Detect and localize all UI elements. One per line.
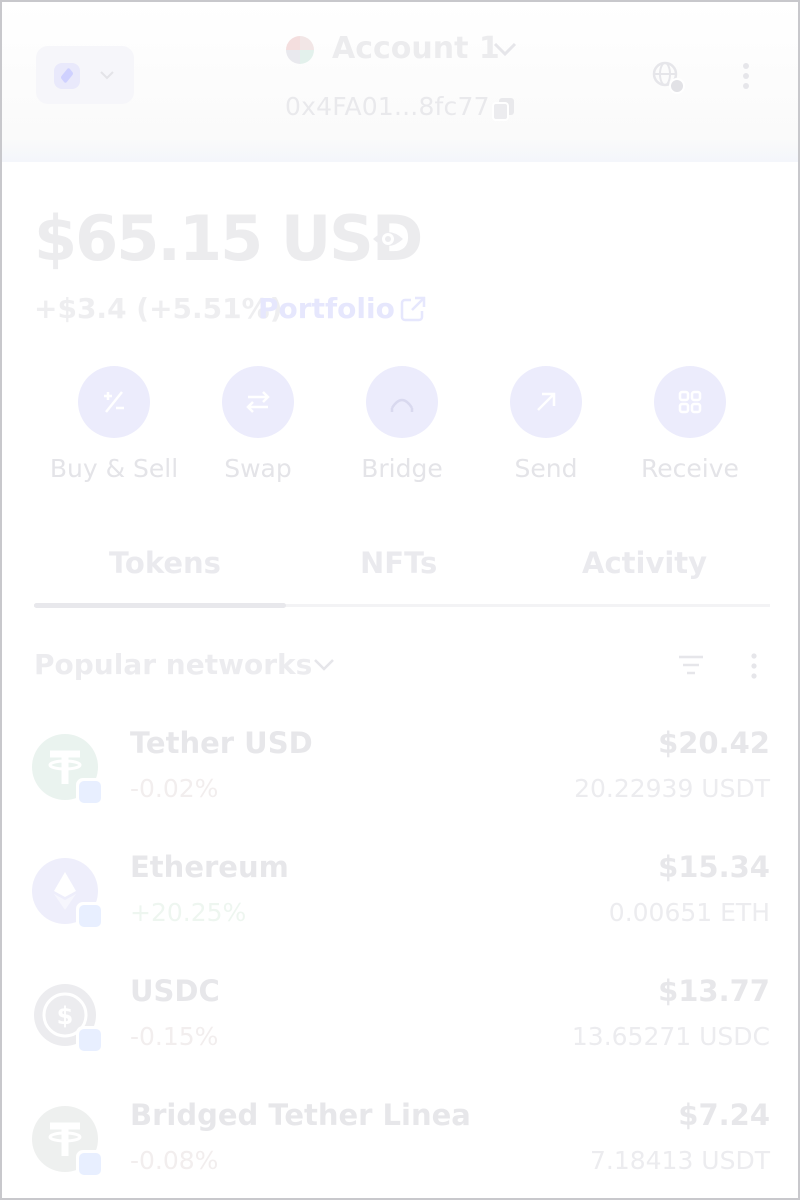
- token-name: Bridged Tether Linea: [130, 1098, 471, 1132]
- more-options-icon[interactable]: [732, 60, 760, 92]
- chevron-down-icon[interactable]: [490, 36, 520, 62]
- more-options-icon[interactable]: [742, 650, 766, 682]
- token-amount: 0.00651 ETH: [608, 898, 770, 927]
- send-arrow-icon: [537, 392, 556, 411]
- sort-filter-icon[interactable]: [676, 652, 706, 678]
- action-label: Swap: [224, 454, 292, 483]
- token-row[interactable]: Tether USD -0.02% $20.42 20.22939 USDT: [32, 726, 772, 826]
- send-button[interactable]: Send: [474, 366, 618, 496]
- action-label: Send: [514, 454, 578, 483]
- network-badge-icon: [76, 778, 104, 806]
- eye-icon[interactable]: [370, 222, 406, 256]
- network-badge-icon: [76, 1150, 104, 1178]
- token-name: Tether USD: [130, 726, 313, 760]
- swap-icon-circle: [222, 366, 294, 438]
- network-badge-icon: [76, 1026, 104, 1054]
- action-label: Bridge: [361, 454, 443, 483]
- header: Account 1 0x4FA01...8fc77: [2, 2, 798, 162]
- token-name: USDC: [130, 974, 220, 1008]
- token-amount: 13.65271 USDC: [571, 1022, 770, 1051]
- tab-nfts[interactable]: NFTs: [360, 546, 437, 580]
- action-label: Buy & Sell: [49, 454, 179, 483]
- account-address: 0x4FA01...8fc77: [285, 92, 490, 121]
- total-balance: $65.15 USD: [34, 202, 423, 275]
- portfolio-link[interactable]: Portfolio: [258, 292, 395, 325]
- swap-button[interactable]: Swap: [186, 366, 330, 496]
- token-name: Ethereum: [130, 850, 289, 884]
- network-badge-icon: [76, 902, 104, 930]
- token-fiat-value: $15.34: [658, 850, 770, 884]
- token-change: +20.25%: [130, 898, 247, 927]
- tab-tokens[interactable]: Tokens: [109, 546, 221, 580]
- receive-icon-circle: [654, 366, 726, 438]
- wallet-window: Account 1 0x4FA01...8fc77 $65.15 USD +$3…: [0, 0, 800, 1200]
- token-fiat-value: $7.24: [678, 1098, 770, 1132]
- token-row[interactable]: Ethereum +20.25% $15.34 0.00651 ETH: [32, 850, 772, 950]
- token-fiat-value: $13.77: [658, 974, 770, 1008]
- token-row[interactable]: Bridged Tether Linea -0.08% $7.24 7.1841…: [32, 1098, 772, 1198]
- swap-icon: [246, 391, 270, 413]
- network-picker[interactable]: [36, 46, 134, 104]
- balance-change: +$3.4 (+5.51%): [34, 292, 283, 325]
- receive-button[interactable]: Receive: [618, 366, 762, 496]
- tab-active-indicator: [34, 603, 286, 608]
- token-fiat-value: $20.42: [658, 726, 770, 760]
- account-name[interactable]: Account 1: [332, 31, 500, 66]
- network-icon: [54, 63, 80, 89]
- action-label: Receive: [641, 454, 739, 483]
- token-change: -0.15%: [130, 1022, 219, 1051]
- chevron-down-icon: [100, 71, 114, 80]
- buy-sell-button[interactable]: Buy & Sell: [42, 366, 186, 496]
- token-change: -0.02%: [130, 774, 219, 803]
- chevron-down-icon[interactable]: [310, 652, 338, 678]
- bridge-icon-circle: [366, 366, 438, 438]
- bridge-icon: [390, 398, 414, 412]
- token-amount: 20.22939 USDT: [574, 774, 770, 803]
- buy-sell-icon: [104, 391, 124, 413]
- external-link-icon[interactable]: [398, 294, 428, 324]
- tab-activity[interactable]: Activity: [582, 546, 707, 580]
- send-icon-circle: [510, 366, 582, 438]
- network-filter[interactable]: Popular networks: [34, 648, 312, 681]
- token-amount: 7.18413 USDT: [589, 1146, 770, 1175]
- globe-connection-icon[interactable]: [650, 60, 686, 96]
- token-change: -0.08%: [130, 1146, 219, 1175]
- buy-sell-icon-circle: [78, 366, 150, 438]
- account-avatar[interactable]: [286, 36, 314, 64]
- token-row[interactable]: $ USDC -0.15% $13.77 13.65271 USDC: [32, 974, 772, 1074]
- qr-scan-icon: [678, 390, 702, 414]
- copy-icon[interactable]: [490, 95, 518, 123]
- svg-text:$: $: [57, 1002, 74, 1030]
- bridge-button[interactable]: Bridge: [330, 366, 474, 496]
